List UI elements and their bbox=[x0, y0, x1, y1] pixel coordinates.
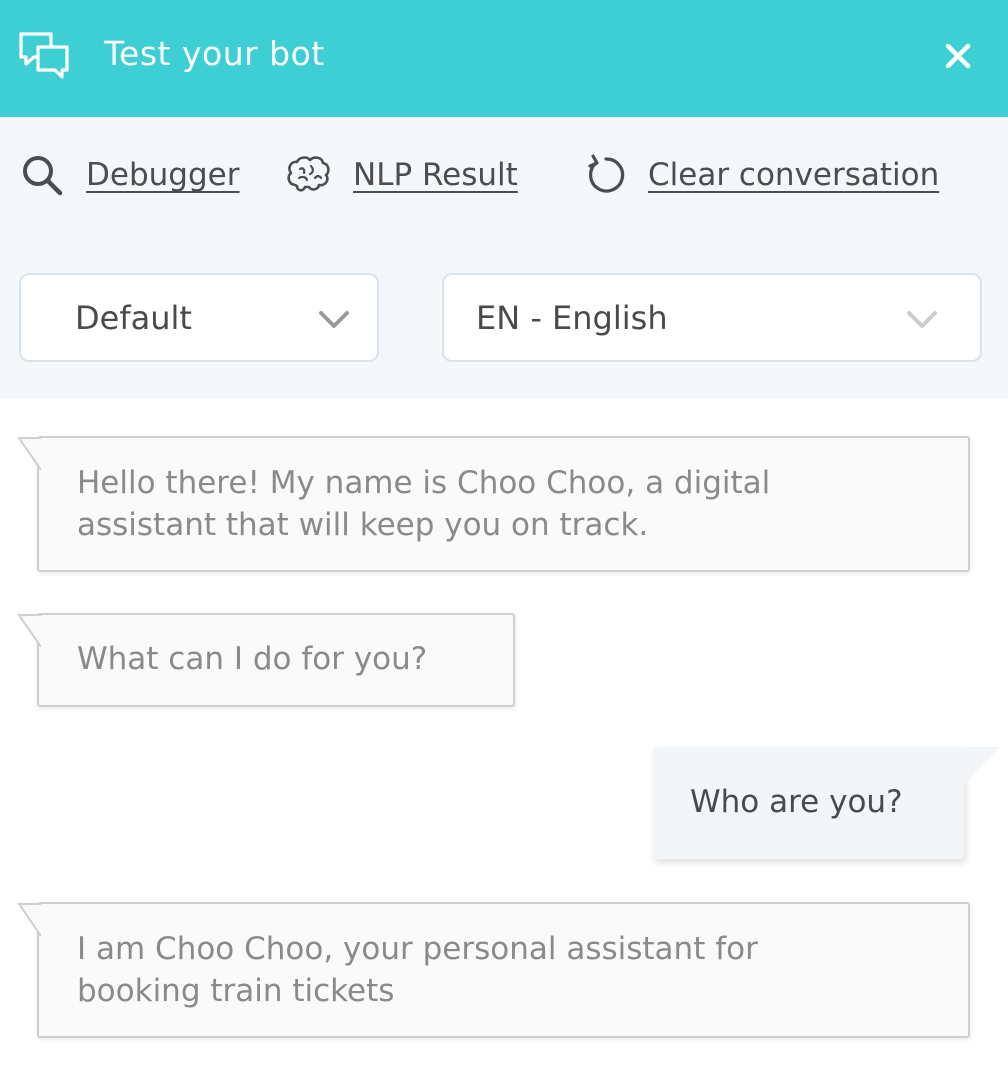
message-text-line: What can I do for you? bbox=[77, 641, 428, 677]
clear-conversation-link[interactable]: Clear conversation bbox=[582, 151, 939, 199]
bubble-tail bbox=[962, 747, 1000, 787]
close-icon[interactable] bbox=[942, 40, 974, 72]
bubble-tail bbox=[17, 903, 41, 936]
bot-message: What can I do for you? bbox=[17, 613, 515, 707]
chat-header: Test your bot bbox=[0, 0, 1008, 117]
message-text-line: assistant that will keep you on track. bbox=[77, 507, 649, 543]
language-select-value: EN - English bbox=[476, 299, 668, 337]
language-select[interactable]: EN - English bbox=[442, 273, 982, 362]
brain-icon bbox=[287, 156, 330, 192]
bot-message: I am Choo Choo, your personal assistant … bbox=[17, 902, 970, 1038]
user-message: Who are you? bbox=[653, 747, 1000, 859]
version-select[interactable]: Default bbox=[19, 273, 379, 362]
search-icon bbox=[23, 156, 63, 196]
version-select-value: Default bbox=[75, 299, 192, 337]
refresh-icon bbox=[588, 154, 625, 193]
clear-conversation-label: Clear conversation bbox=[648, 157, 940, 193]
chevron-down-icon bbox=[319, 311, 349, 328]
message-text-line: Hello there! My name is Choo Choo, a dig… bbox=[77, 465, 771, 501]
bubble-tail bbox=[17, 437, 41, 470]
chevron-down-icon bbox=[907, 311, 937, 328]
bubble-tail bbox=[17, 614, 41, 647]
nlp-result-link[interactable]: NLP Result bbox=[285, 151, 518, 199]
header-title: Test your bot bbox=[104, 34, 325, 73]
chat-bubbles-icon bbox=[19, 32, 69, 79]
message-text-line: I am Choo Choo, your personal assistant … bbox=[77, 931, 758, 967]
debugger-link[interactable]: Debugger bbox=[20, 151, 239, 199]
debugger-label: Debugger bbox=[86, 157, 240, 193]
bot-message: Hello there! My name is Choo Choo, a dig… bbox=[17, 436, 970, 572]
toolbar: Debugger NLP Result Clear conversation D… bbox=[0, 117, 1008, 399]
message-text-line: Who are you? bbox=[690, 784, 903, 820]
nlp-result-label: NLP Result bbox=[353, 157, 518, 193]
message-text-line: booking train tickets bbox=[77, 973, 395, 1009]
conversation: Hello there! My name is Choo Choo, a dig… bbox=[0, 399, 1008, 1085]
